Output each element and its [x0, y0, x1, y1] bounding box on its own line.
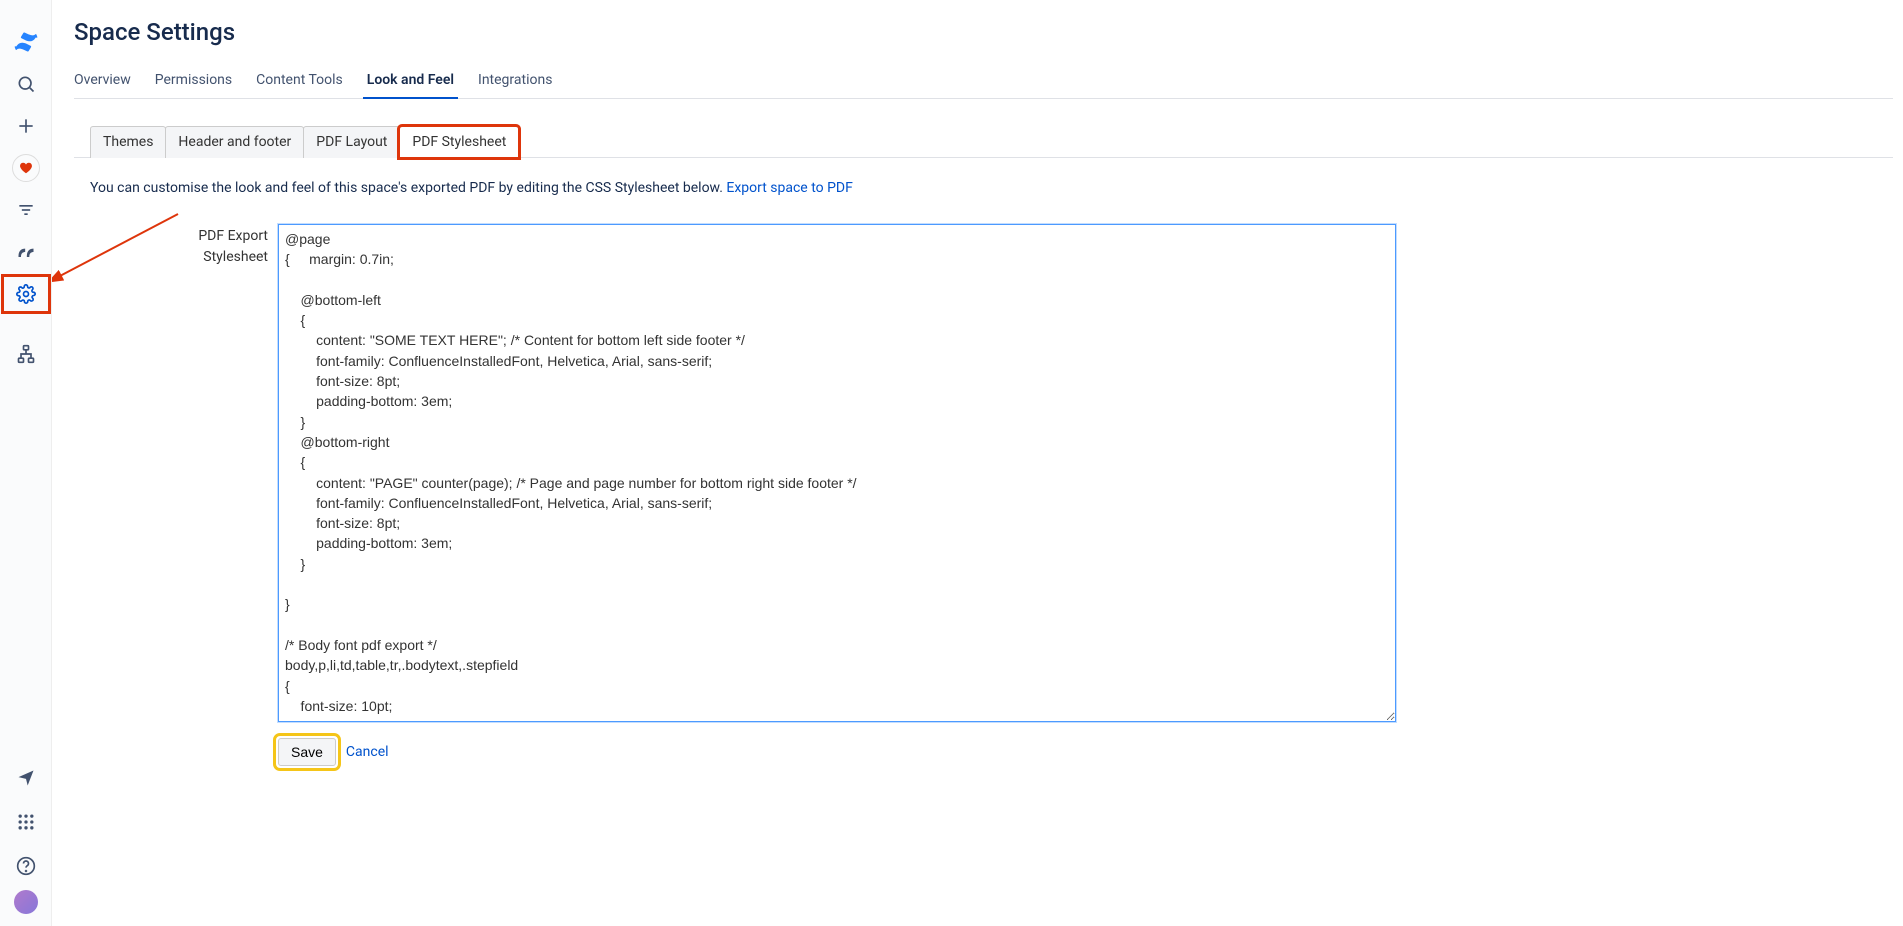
button-row: Save Cancel: [278, 738, 1903, 766]
cancel-link[interactable]: Cancel: [346, 744, 389, 760]
search-icon[interactable]: [8, 66, 44, 102]
look-and-feel-subtabs: Themes Header and footer PDF Layout PDF …: [74, 125, 1893, 158]
stylesheet-label: PDF Export Stylesheet: [74, 224, 278, 268]
stylesheet-label-line1: PDF Export: [198, 228, 268, 244]
save-highlight-box: Save: [278, 738, 336, 766]
stylesheet-form-row: PDF Export Stylesheet: [74, 224, 1903, 722]
left-rail: [0, 0, 52, 926]
page-title: Space Settings: [74, 18, 1903, 46]
rail-bottom: [8, 758, 44, 914]
description-row: You can customise the look and feel of t…: [90, 180, 1903, 196]
tab-look-and-feel[interactable]: Look and Feel: [367, 68, 454, 98]
heart-icon[interactable]: [12, 154, 40, 182]
tab-integrations[interactable]: Integrations: [478, 68, 552, 98]
subtab-themes[interactable]: Themes: [90, 126, 166, 158]
avatar[interactable]: [14, 890, 38, 914]
feedback-icon[interactable]: [8, 760, 44, 796]
tab-permissions[interactable]: Permissions: [155, 68, 232, 98]
tab-content-tools[interactable]: Content Tools: [256, 68, 343, 98]
stylesheet-label-line2: Stylesheet: [203, 249, 268, 265]
apps-icon[interactable]: [8, 804, 44, 840]
css-stylesheet-input[interactable]: [278, 224, 1396, 722]
subtab-pdf-layout[interactable]: PDF Layout: [303, 126, 400, 158]
confluence-logo-icon[interactable]: [8, 24, 44, 60]
quote-icon[interactable]: [8, 234, 44, 270]
tab-overview[interactable]: Overview: [74, 68, 131, 98]
space-settings-icon[interactable]: [3, 276, 49, 312]
settings-tabs: Overview Permissions Content Tools Look …: [74, 68, 1893, 99]
subtab-header-footer[interactable]: Header and footer: [165, 126, 304, 158]
main-content: Space Settings Overview Permissions Cont…: [52, 0, 1903, 926]
save-button[interactable]: Save: [278, 738, 336, 766]
filter-icon[interactable]: [8, 192, 44, 228]
add-icon[interactable]: [8, 108, 44, 144]
help-icon[interactable]: [8, 848, 44, 884]
description-text: You can customise the look and feel of t…: [90, 180, 726, 196]
hierarchy-icon[interactable]: [8, 336, 44, 372]
export-space-link[interactable]: Export space to PDF: [726, 180, 852, 196]
subtab-pdf-stylesheet[interactable]: PDF Stylesheet: [399, 126, 519, 158]
